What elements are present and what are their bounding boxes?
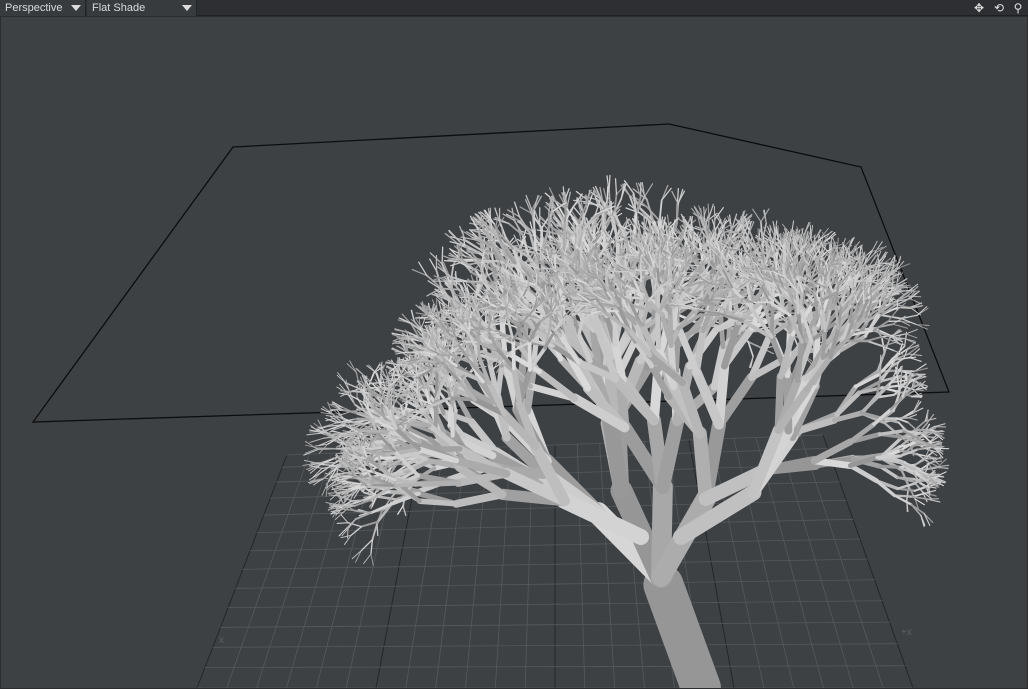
view-mode-dropdown[interactable]: Perspective bbox=[0, 0, 86, 16]
shading-mode-label: Flat Shade bbox=[92, 2, 146, 14]
shading-mode-dropdown[interactable]: Flat Shade bbox=[87, 0, 197, 16]
move-view-icon: ✥ bbox=[973, 1, 985, 15]
scene-canvas[interactable] bbox=[1, 17, 1027, 688]
axis-label-neg-x: x bbox=[219, 635, 224, 646]
perspective-viewport[interactable]: x +x bbox=[0, 16, 1028, 689]
rotate-view-button[interactable]: ⟲ bbox=[990, 0, 1008, 16]
rotate-view-icon: ⟲ bbox=[993, 1, 1005, 15]
chevron-down-icon bbox=[182, 5, 192, 11]
viewport-toolbar: Perspective Flat Shade ✥ ⟲ ⚲ bbox=[0, 0, 1028, 16]
chevron-down-icon bbox=[71, 5, 81, 11]
zoom-view-icon: ⚲ bbox=[1013, 1, 1023, 15]
move-view-button[interactable]: ✥ bbox=[970, 0, 988, 16]
tree-mesh bbox=[302, 174, 950, 688]
zoom-view-button[interactable]: ⚲ bbox=[1009, 0, 1027, 16]
modeler-window: Perspective Flat Shade ✥ ⟲ ⚲ x +x bbox=[0, 0, 1028, 689]
axis-label-pos-x: +x bbox=[901, 627, 912, 638]
view-mode-label: Perspective bbox=[5, 2, 63, 14]
